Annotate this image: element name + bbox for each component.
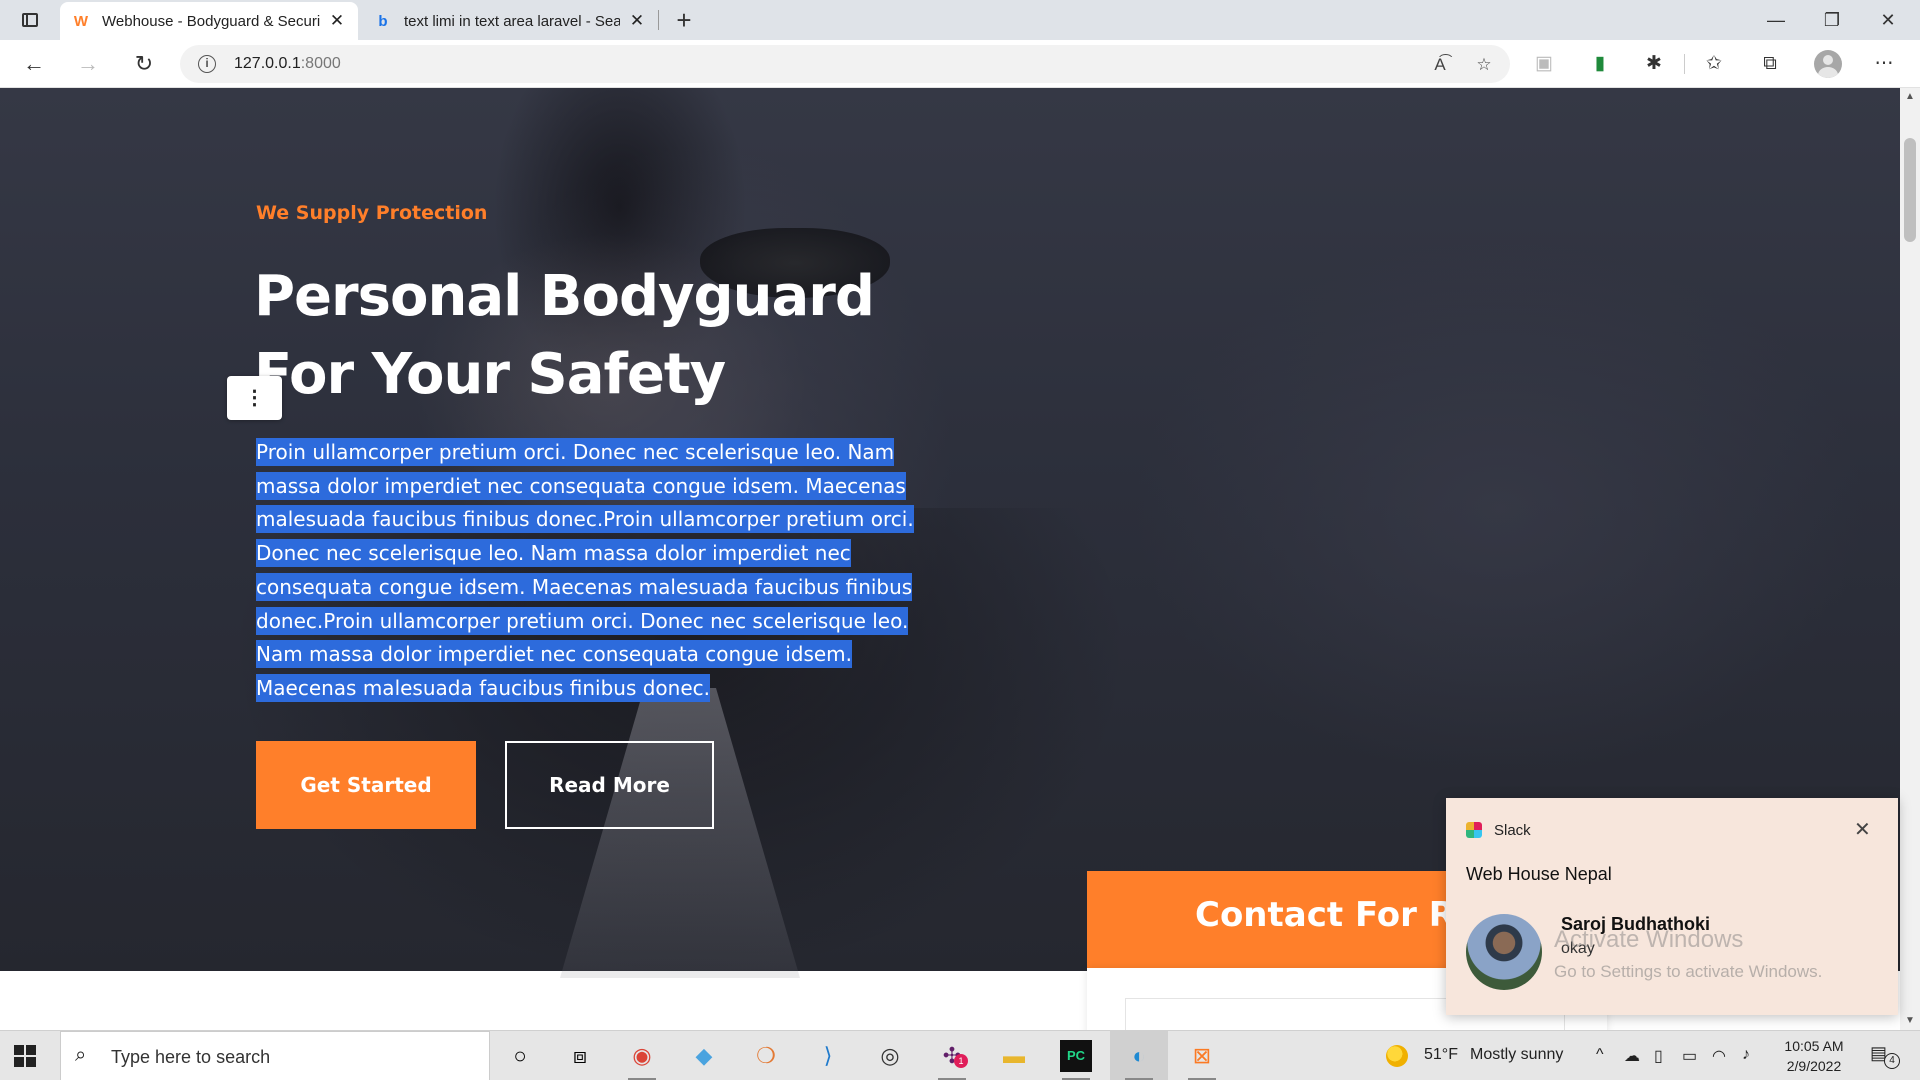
- scroll-thumb[interactable]: [1904, 138, 1916, 242]
- address-toolbar: ← → ↻ i 127.0.0.1:8000 A͡ ☆ ▣ ▮ ✱ ✩ ⧉ ⋯: [0, 40, 1920, 88]
- contact-title: Contact For Re: [1195, 895, 1479, 935]
- notification-close-icon[interactable]: ✕: [1854, 817, 1871, 842]
- address-bar[interactable]: i 127.0.0.1:8000 A͡ ☆: [180, 45, 1510, 83]
- tray-chevron-up-icon[interactable]: ^: [1596, 1046, 1604, 1064]
- slack-badge: 1: [954, 1054, 968, 1068]
- favorites-icon[interactable]: ✩: [1698, 48, 1730, 80]
- selection-menu-button[interactable]: ⋮: [227, 376, 282, 420]
- edge-icon[interactable]: ◐: [1123, 1040, 1155, 1080]
- vscode-icon[interactable]: ⟩: [812, 1040, 844, 1072]
- tab-bing-search[interactable]: b text limi in text area laravel - Sea ✕: [362, 2, 658, 40]
- selected-text: Proin ullamcorper pretium orci. Donec ne…: [256, 438, 914, 702]
- extensions-puzzle-icon[interactable]: ✱: [1638, 48, 1670, 80]
- extension-green-icon[interactable]: ▮: [1584, 48, 1616, 80]
- clock-time: 10:05 AM: [1784, 1038, 1844, 1054]
- minimize-button[interactable]: —: [1748, 0, 1804, 40]
- site-info-icon[interactable]: i: [198, 55, 216, 73]
- weather-condition[interactable]: Mostly sunny: [1470, 1046, 1563, 1064]
- activate-windows-subtitle: Go to Settings to activate Windows.: [1554, 962, 1823, 981]
- windows-taskbar: ⌕ Type here to search ○ ⧈ ◉ ◆ ❍ ⟩ ◎ ✣ 1 ▬…: [0, 1030, 1920, 1080]
- page-scrollbar[interactable]: ▲ ▼: [1900, 88, 1920, 1030]
- tab-title: text limi in text area laravel - Sea: [404, 12, 620, 30]
- notification-workspace: Web House Nepal: [1466, 864, 1612, 884]
- activate-windows-title: Activate Windows: [1554, 926, 1744, 953]
- tab-divider: [658, 10, 659, 30]
- hero-headline: Personal Bodyguard For Your Safety: [254, 258, 954, 414]
- battery-icon[interactable]: ▭: [1682, 1046, 1697, 1066]
- git-client-icon[interactable]: ◆: [688, 1040, 720, 1072]
- headline-line-2: For Your Safety: [254, 342, 726, 407]
- hero-subtitle: We Supply Protection: [256, 202, 488, 224]
- search-icon: ⌕: [75, 1044, 87, 1066]
- slack-taskbar-icon[interactable]: ✣ 1: [936, 1040, 968, 1080]
- jupyter-icon[interactable]: ❍: [750, 1040, 782, 1072]
- read-more-button[interactable]: Read More: [505, 741, 714, 829]
- toolbar-divider: [1684, 54, 1685, 74]
- get-started-button[interactable]: Get Started: [256, 741, 476, 829]
- obs-icon[interactable]: ◎: [874, 1040, 906, 1072]
- browser-tab-bar: W Webhouse - Bodyguard & Securi ✕ b text…: [0, 0, 1920, 40]
- more-menu-icon[interactable]: ⋯: [1868, 48, 1900, 80]
- file-explorer-icon[interactable]: ▬: [998, 1040, 1030, 1072]
- tab-actions-icon[interactable]: [14, 8, 46, 32]
- scroll-up-icon[interactable]: ▲: [1900, 90, 1920, 104]
- chrome-icon[interactable]: ◉: [626, 1040, 658, 1080]
- device-icon[interactable]: ▯: [1654, 1046, 1663, 1066]
- volume-icon[interactable]: ♪: [1742, 1046, 1750, 1064]
- tab-webhouse[interactable]: W Webhouse - Bodyguard & Securi ✕: [60, 2, 358, 40]
- wifi-icon[interactable]: ◠: [1712, 1046, 1726, 1066]
- weather-temperature[interactable]: 51°F: [1424, 1046, 1458, 1064]
- pycharm-icon[interactable]: PC: [1060, 1040, 1092, 1080]
- hero-description[interactable]: Proin ullamcorper pretium orci. Donec ne…: [256, 436, 946, 706]
- action-center-icon[interactable]: ▤ 4: [1870, 1043, 1900, 1069]
- slack-logo-icon: [1466, 822, 1482, 838]
- notification-count-badge: 4: [1884, 1053, 1900, 1069]
- sender-avatar: [1466, 914, 1542, 990]
- tab-close-icon[interactable]: ✕: [328, 11, 346, 31]
- tab-title: Webhouse - Bodyguard & Securi: [102, 12, 320, 30]
- profile-avatar[interactable]: [1814, 50, 1842, 78]
- xampp-icon[interactable]: ⊠: [1186, 1040, 1218, 1080]
- bing-favicon-icon: b: [378, 12, 388, 30]
- extension-disabled-icon[interactable]: ▣: [1528, 48, 1560, 80]
- read-aloud-icon[interactable]: A͡: [1428, 53, 1452, 77]
- task-view-icon[interactable]: ⧈: [564, 1040, 596, 1072]
- onedrive-cloud-icon[interactable]: ☁: [1624, 1046, 1640, 1066]
- notification-app-name: Slack: [1494, 822, 1531, 839]
- refresh-icon[interactable]: ↻: [128, 48, 160, 80]
- back-arrow-icon[interactable]: ←: [18, 48, 50, 80]
- add-favorite-icon[interactable]: ☆: [1472, 53, 1496, 77]
- headline-line-1: Personal Bodyguard: [254, 264, 875, 329]
- weather-sun-icon[interactable]: [1386, 1045, 1408, 1067]
- new-tab-button[interactable]: +: [668, 4, 700, 36]
- cortana-icon[interactable]: ○: [504, 1040, 536, 1072]
- windows-start-icon[interactable]: [14, 1045, 36, 1067]
- search-placeholder: Type here to search: [111, 1047, 271, 1067]
- scroll-down-icon[interactable]: ▼: [1900, 1014, 1920, 1028]
- clock-date: 2/9/2022: [1786, 1058, 1842, 1074]
- slack-notification[interactable]: Slack ✕ Web House Nepal Saroj Budhathoki…: [1446, 798, 1898, 1015]
- close-window-button[interactable]: ✕: [1860, 0, 1916, 40]
- url-text[interactable]: 127.0.0.1:8000: [234, 55, 341, 73]
- collections-icon[interactable]: ⧉: [1754, 48, 1786, 80]
- restore-button[interactable]: ❐: [1804, 0, 1860, 40]
- taskbar-search-box[interactable]: ⌕ Type here to search: [60, 1031, 490, 1080]
- tab-close-icon[interactable]: ✕: [628, 11, 646, 31]
- forward-arrow-icon[interactable]: →: [72, 48, 104, 80]
- taskbar-clock[interactable]: 10:05 AM 2/9/2022: [1776, 1036, 1852, 1076]
- webhouse-favicon-icon: W: [73, 12, 89, 30]
